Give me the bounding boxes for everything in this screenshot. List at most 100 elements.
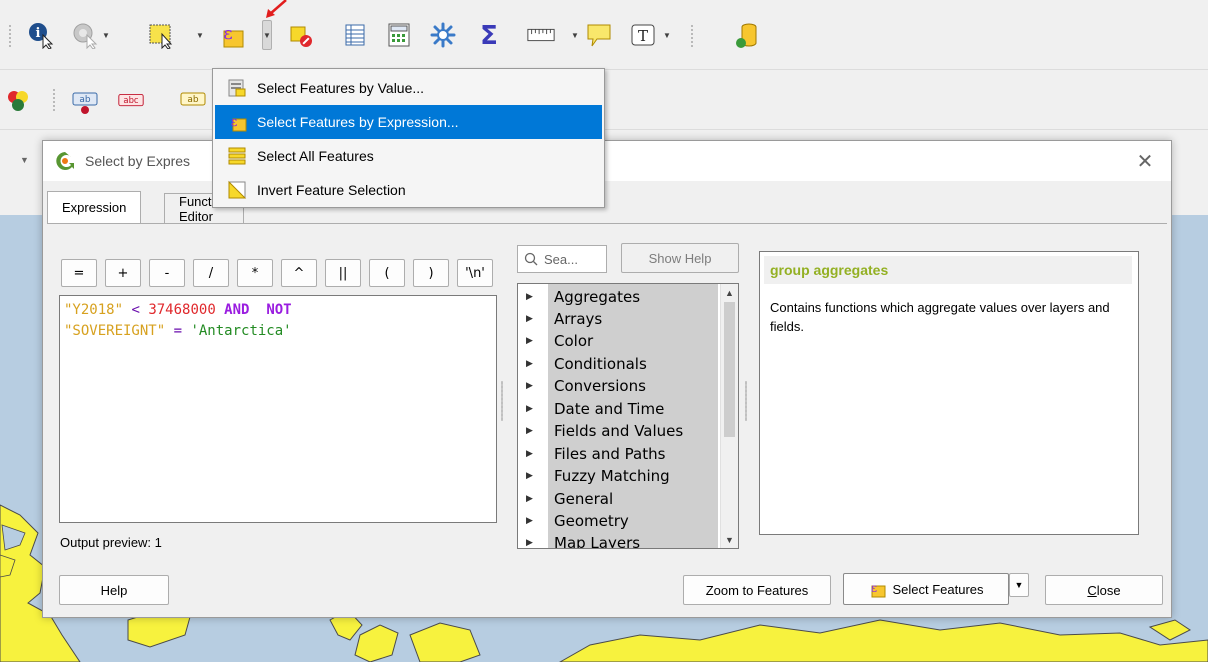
select-features-menu-arrow[interactable]: ▼ [1009,573,1029,597]
expression-editor[interactable]: "Y2018" < 37468000 AND NOT "SOVEREIGNT" =… [59,295,497,523]
operator-button[interactable]: * [237,259,273,287]
chevron-down-icon[interactable]: ▼ [195,20,205,50]
function-group-label: Files and Paths [554,444,666,463]
processing-toolbox-icon[interactable] [428,20,458,50]
operator-button[interactable]: / [193,259,229,287]
expand-arrow-icon: ▶ [526,515,533,526]
svg-text:ab: ab [187,95,199,105]
svg-text:ε: ε [231,115,238,130]
run-action-icon[interactable] [70,20,100,50]
output-preview: Output preview: 1 [60,535,162,550]
menu-item-select-all[interactable]: Select All Features [215,139,602,173]
panel-chevron-icon[interactable]: ▼ [20,155,29,165]
chevron-down-icon[interactable]: ▼ [262,20,272,50]
select-by-value-icon [228,79,246,97]
map-tips-icon[interactable] [584,20,614,50]
db-manager-icon[interactable] [732,20,762,50]
svg-text:i: i [36,26,41,41]
select-features-button[interactable]: ε Select Features [843,573,1009,605]
chevron-down-icon[interactable]: ▼ [662,20,672,50]
function-list-scrollbar[interactable]: ▲ ▼ [720,284,738,548]
search-icon [524,252,538,266]
function-group-label: Date and Time [554,399,665,418]
label-tool-icon[interactable]: ab [70,86,100,116]
close-button[interactable]: Close [1045,575,1163,605]
select-features-label: Select Features [892,581,984,597]
number-token: 37468000 [148,302,216,318]
field-calculator-icon[interactable] [384,20,414,50]
label-pin-icon[interactable]: abc [116,86,146,116]
tab-label: Expression [62,200,127,215]
svg-text:ab: ab [79,95,91,105]
toolbar-handle[interactable] [52,88,56,112]
label-tool-2-icon[interactable]: ab [178,86,208,116]
expression-line-1: "Y2018" < 37468000 AND NOT [64,300,492,321]
scroll-up-icon[interactable]: ▲ [721,284,738,301]
chevron-down-icon[interactable]: ▼ [570,20,580,50]
expand-arrow-icon: ▶ [526,493,533,504]
splitter-handle[interactable] [501,381,503,421]
operator-button[interactable]: ^ [281,259,317,287]
deselect-icon[interactable] [286,20,316,50]
splitter-handle[interactable] [745,381,747,421]
close-label-mnemonic: C [1087,582,1097,598]
menu-item-invert-selection[interactable]: Invert Feature Selection [215,173,602,207]
dialog-title: Select by Expres [85,153,191,169]
function-list[interactable]: ▶ Aggregates ▶ Arrays ▶ Color ▶ Conditionals… [517,283,739,549]
select-features-icon[interactable] [146,20,176,50]
operator-button[interactable]: || [325,259,361,287]
menu-item-select-by-expression[interactable]: ε Select Features by Expression... [215,105,602,139]
function-group-label: General [554,489,614,508]
function-group-label: Map Layers [554,533,641,549]
operator-button[interactable]: - [149,259,185,287]
operator-button[interactable]: = [61,259,97,287]
attribute-table-icon[interactable] [340,20,370,50]
menu-item-select-by-value[interactable]: Select Features by Value... [215,71,602,105]
expand-arrow-icon: ▶ [526,470,533,481]
annotation-arrow-icon [266,0,287,18]
toolbar-handle[interactable] [8,24,12,48]
function-help-panel: group aggregates Contains functions whic… [759,251,1139,535]
qgis-logo-icon [56,152,74,170]
help-button[interactable]: Help [59,575,169,605]
scrollbar-thumb[interactable] [724,302,735,437]
menu-item-label: Select Features by Expression... [257,114,459,130]
function-group-label: Fields and Values [554,421,684,440]
function-group-label: Conditionals [554,354,647,373]
expression-line-2: "SOVEREIGNT" = 'Antarctica' [64,321,492,342]
measure-icon[interactable] [526,20,556,50]
chevron-down-icon[interactable]: ▼ [101,20,111,50]
operator-button[interactable]: ( [369,259,405,287]
toolbar-handle[interactable] [690,24,694,48]
text-annotation-icon[interactable]: T [628,20,658,50]
select-by-expression-dialog: Select by Expres ✕ Expression Function E… [42,140,1172,618]
function-search-input[interactable]: Sea... [517,245,607,273]
expand-arrow-icon: ▶ [526,448,533,459]
scroll-down-icon[interactable]: ▼ [721,531,738,548]
layer-styling-icon[interactable] [4,86,34,116]
expand-arrow-icon: ▶ [526,335,533,346]
svg-text:abc: abc [123,95,139,105]
tab-expression[interactable]: Expression [47,191,142,223]
operator-button[interactable]: '\n' [457,259,493,287]
invert-selection-icon [228,180,247,199]
keyword-token: AND [215,302,267,318]
zoom-to-features-button[interactable]: Zoom to Features [683,575,831,605]
help-body: Contains functions which aggregate value… [770,300,1110,334]
menu-item-label: Invert Feature Selection [257,182,406,198]
selection-dropdown-menu: Select Features by Value... ε Select Fea… [212,68,605,208]
close-icon[interactable]: ✕ [1131,147,1159,175]
show-help-button[interactable]: Show Help [621,243,739,273]
field-token: "SOVEREIGNT" [64,323,166,339]
operator-button[interactable]: + [105,259,141,287]
expand-arrow-icon: ▶ [526,380,533,391]
operator-token: = [165,323,191,339]
operator-button[interactable]: ) [413,259,449,287]
identify-features-icon[interactable]: i [26,20,56,50]
function-group-label: Aggregates [554,287,641,306]
select-by-expression-icon[interactable]: ε [216,20,246,50]
select-all-icon [228,147,246,165]
function-group-label: Conversions [554,376,646,395]
keyword-token: NOT [266,302,292,318]
statistics-sum-icon[interactable]: Σ [474,20,504,50]
